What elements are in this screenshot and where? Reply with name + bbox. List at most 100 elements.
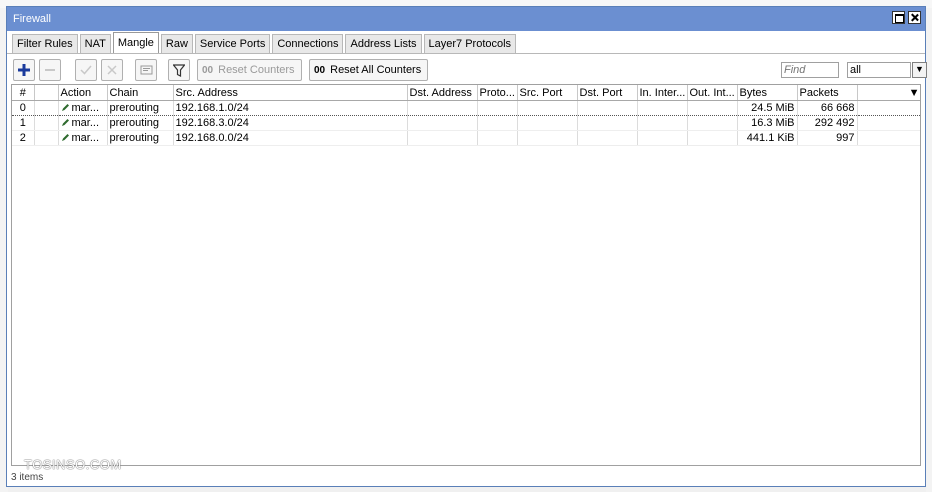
column-header-in-interface[interactable]: In. Inter... [637, 85, 688, 101]
pencil-icon [61, 104, 69, 111]
counter-icon: 00 [314, 65, 326, 76]
table-header: # Action Chain Src. Address Dst. Address… [12, 85, 920, 101]
rule-src-port [517, 130, 578, 146]
tab-layer7-protocols[interactable]: Layer7 Protocols [423, 34, 517, 53]
firewall-window: Firewall Filter Rules NAT Mangle Raw Ser… [6, 6, 927, 487]
reset-counters-button[interactable]: 00 Reset Counters [197, 59, 302, 81]
close-button[interactable] [908, 11, 921, 24]
rule-dst-port [577, 130, 638, 146]
reset-all-counters-button[interactable]: 00 Reset All Counters [309, 59, 429, 81]
rule-protocol [477, 100, 518, 116]
column-header-action[interactable]: Action [58, 85, 108, 101]
tab-filter-rules[interactable]: Filter Rules [12, 34, 78, 53]
column-header-dst-address[interactable]: Dst. Address [407, 85, 478, 101]
tab-connections[interactable]: Connections [272, 34, 344, 53]
column-header-packets[interactable]: Packets [797, 85, 858, 101]
chevron-down-icon: ▼ [915, 64, 924, 74]
remove-icon [45, 69, 55, 71]
rule-number: 1 [12, 115, 35, 131]
rule-packets: 997 [797, 130, 858, 146]
column-header-flags[interactable] [34, 85, 59, 101]
counter-icon: 00 [202, 65, 214, 76]
filter-select[interactable] [847, 62, 911, 78]
maximize-button[interactable] [892, 11, 905, 24]
watermark: TOSINSO.COM [24, 457, 122, 472]
rule-out-interface [687, 100, 738, 116]
rule-chain: prerouting [107, 130, 174, 146]
column-header-number[interactable]: # [12, 85, 35, 101]
rule-number: 0 [12, 100, 35, 116]
rule-bytes: 16.3 MiB [737, 115, 798, 131]
window-titlebar[interactable]: Firewall [7, 7, 925, 31]
mangle-rules-table: # Action Chain Src. Address Dst. Address… [11, 84, 921, 466]
enable-button[interactable] [75, 59, 97, 81]
filter-button[interactable] [168, 59, 190, 81]
comment-icon [140, 65, 152, 75]
rule-chain: prerouting [107, 115, 174, 131]
column-header-chain[interactable]: Chain [107, 85, 174, 101]
rule-flags [34, 115, 59, 131]
rule-out-interface [687, 115, 738, 131]
rule-flags [34, 100, 59, 116]
table-row[interactable]: 0 mar... prerouting 192.168.1.0/24 24.5 … [12, 100, 920, 116]
table-row[interactable]: 2 mar... prerouting 192.168.0.0/24 441.1… [12, 130, 920, 146]
find-input[interactable] [781, 62, 839, 78]
column-header-src-port[interactable]: Src. Port [517, 85, 578, 101]
rule-action: mar... [58, 115, 108, 131]
enable-icon [80, 65, 92, 75]
rule-src-address: 192.168.0.0/24 [173, 130, 408, 146]
disable-button[interactable] [101, 59, 123, 81]
add-button[interactable] [13, 59, 35, 81]
rule-in-interface [637, 130, 688, 146]
chevron-down-icon: ▼ [908, 86, 920, 99]
filter-dropdown-button[interactable]: ▼ [912, 62, 927, 78]
rule-chain: prerouting [107, 100, 174, 116]
column-header-protocol[interactable]: Proto... [477, 85, 518, 101]
tab-bar: Filter Rules NAT Mangle Raw Service Port… [12, 32, 518, 54]
tab-mangle[interactable]: Mangle [112, 32, 159, 53]
rule-dst-port [577, 100, 638, 116]
rule-dst-address [407, 100, 478, 116]
column-header-out-interface[interactable]: Out. Int... [687, 85, 738, 101]
window-title: Firewall [13, 13, 51, 25]
rule-spacer [857, 130, 920, 146]
rule-spacer [857, 115, 920, 131]
add-icon [18, 64, 30, 76]
remove-button[interactable] [39, 59, 61, 81]
tab-address-lists[interactable]: Address Lists [345, 34, 422, 53]
tab-raw[interactable]: Raw [160, 34, 193, 53]
rule-src-port [517, 100, 578, 116]
reset-counters-label: Reset Counters [218, 64, 295, 76]
tab-nat[interactable]: NAT [79, 34, 111, 53]
column-header-dst-port[interactable]: Dst. Port [577, 85, 638, 101]
rule-in-interface [637, 115, 688, 131]
tab-divider [7, 53, 925, 54]
rule-packets: 66 668 [797, 100, 858, 116]
rule-bytes: 24.5 MiB [737, 100, 798, 116]
tab-service-ports[interactable]: Service Ports [194, 34, 271, 53]
rule-dst-address [407, 115, 478, 131]
pencil-icon [61, 134, 69, 141]
rule-src-port [517, 115, 578, 131]
rule-action: mar... [58, 100, 108, 116]
filter-icon [173, 63, 185, 77]
rule-protocol [477, 130, 518, 146]
toolbar: 00 Reset Counters 00 Reset All Counters ▼ [13, 59, 927, 83]
rule-out-interface [687, 130, 738, 146]
table-row[interactable]: 1 mar... prerouting 192.168.3.0/24 16.3 … [12, 115, 920, 131]
background-window-edge-right [926, 8, 932, 492]
rule-flags [34, 130, 59, 146]
rule-src-address: 192.168.1.0/24 [173, 100, 408, 116]
disable-icon [107, 65, 117, 75]
rule-protocol [477, 115, 518, 131]
rule-dst-address [407, 130, 478, 146]
rule-bytes: 441.1 KiB [737, 130, 798, 146]
comment-button[interactable] [135, 59, 157, 81]
rule-dst-port [577, 115, 638, 131]
column-header-bytes[interactable]: Bytes [737, 85, 798, 101]
column-selector[interactable]: ▼ [857, 85, 920, 101]
reset-all-counters-label: Reset All Counters [330, 64, 422, 76]
rule-action: mar... [58, 130, 108, 146]
rule-spacer [857, 100, 920, 116]
column-header-src-address[interactable]: Src. Address [173, 85, 408, 101]
